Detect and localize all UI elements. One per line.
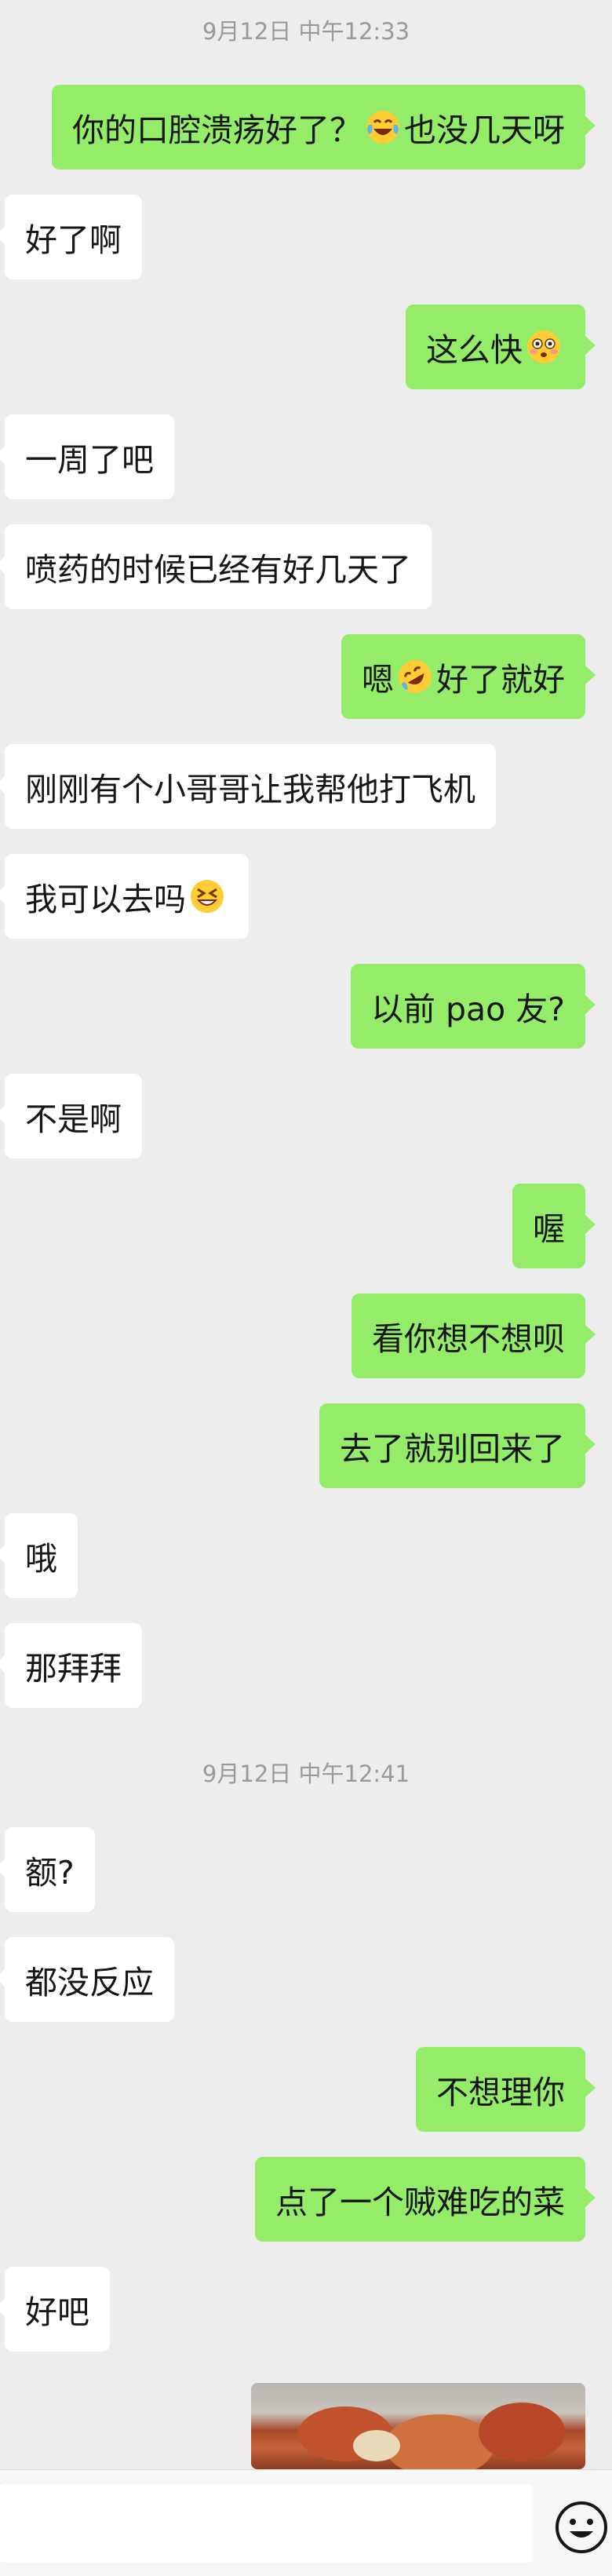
food-piece	[384, 2414, 494, 2469]
message-bubble[interactable]: 好了啊	[0, 195, 142, 279]
message-text: 刚刚有个小哥哥让我帮他打飞机	[25, 771, 475, 808]
message-bubble[interactable]: 不想理你	[416, 2047, 596, 2132]
message-bubble[interactable]: 去了就别回来了	[319, 1403, 596, 1488]
input-bar	[0, 2469, 612, 2576]
message-text: 点了一个贼难吃的菜	[275, 2184, 565, 2221]
message-bubble[interactable]: 你的口腔溃疡好了？ 也没几天呀	[52, 85, 596, 170]
message-bubble[interactable]: 那拜拜	[0, 1623, 142, 1708]
message-bubble[interactable]: 喷药的时候已经有好几天了	[0, 524, 432, 609]
message-text: 那拜拜	[25, 1650, 122, 1688]
message-bubble[interactable]: 哦	[0, 1513, 78, 1598]
message-bubble[interactable]: 都没反应	[0, 1937, 174, 2022]
message-text: 喔	[533, 1210, 565, 1248]
message-text: 好了啊	[25, 221, 122, 259]
squint-grin-icon	[188, 878, 226, 915]
message-text: 好吧	[25, 2293, 89, 2331]
message-text: 去了就别回来了	[340, 1430, 565, 1468]
message-text: 也没几天呀	[404, 111, 565, 149]
food-piece	[353, 2430, 400, 2461]
chat-area[interactable]: 9月12日 中午12:33 你的口腔溃疡好了？ 也没几天呀 好了啊 这么快 一周…	[0, 0, 612, 2469]
message-text: 不是啊	[25, 1100, 122, 1138]
message-input[interactable]	[0, 2484, 532, 2563]
message-text: 额?	[25, 1854, 75, 1892]
message-text: 嗯	[362, 661, 394, 699]
laugh-tears-icon	[364, 108, 402, 146]
message-bubble[interactable]: 这么快	[406, 305, 596, 389]
rofl-icon	[396, 658, 434, 695]
message-bubble[interactable]: 喔	[512, 1184, 596, 1268]
flushed-icon	[525, 328, 563, 366]
message-bubble[interactable]: 点了一个贼难吃的菜	[255, 2157, 596, 2242]
message-bubble[interactable]: 额?	[0, 1827, 95, 1912]
smile-icon[interactable]	[554, 2500, 609, 2555]
message-text: 好了就好	[436, 661, 565, 699]
message-text: 这么快	[426, 331, 523, 369]
message-text: 看你想不想呗	[372, 1320, 565, 1358]
message-text: 你的口腔溃疡好了？	[72, 111, 362, 149]
message-text: 不想理你	[436, 2074, 565, 2111]
food-piece	[479, 2403, 565, 2461]
message-bubble[interactable]: 不是啊	[0, 1074, 142, 1158]
timestamp: 9月12日 中午12:33	[202, 18, 410, 45]
message-text: 以前 pao 友?	[370, 991, 565, 1028]
message-text: 都没反应	[25, 1964, 154, 2001]
food-photo[interactable]	[251, 2383, 585, 2469]
message-bubble[interactable]: 以前 pao 友?	[350, 964, 596, 1049]
message-bubble[interactable]: 一周了吧	[0, 414, 174, 499]
message-text: 喷药的时候已经有好几天了	[25, 551, 411, 589]
message-text: 一周了吧	[25, 441, 154, 479]
message-bubble[interactable]: 嗯 好了就好	[341, 634, 596, 719]
message-bubble[interactable]: 我可以去吗	[0, 854, 249, 939]
message-bubble[interactable]: 刚刚有个小哥哥让我帮他打飞机	[0, 744, 496, 829]
message-text: 我可以去吗	[25, 881, 186, 918]
timestamp: 9月12日 中午12:41	[202, 1761, 410, 1787]
message-bubble[interactable]: 好吧	[0, 2267, 110, 2352]
message-text: 哦	[25, 1540, 57, 1578]
message-bubble[interactable]: 看你想不想呗	[352, 1293, 596, 1378]
